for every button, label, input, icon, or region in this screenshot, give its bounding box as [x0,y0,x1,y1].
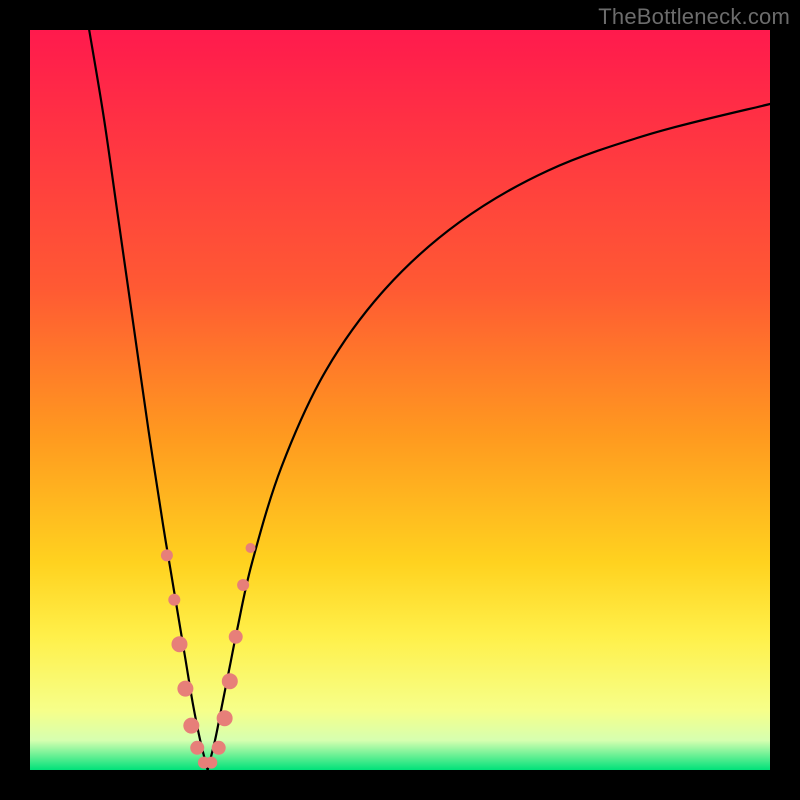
outer-frame: TheBottleneck.com [0,0,800,800]
marker-point [237,579,249,591]
marker-point [161,549,173,561]
marker-point [168,594,180,606]
marker-point [177,681,193,697]
marker-point [217,710,233,726]
marker-point [183,718,199,734]
watermark-text: TheBottleneck.com [598,4,790,30]
marker-point [205,757,217,769]
marker-point [171,636,187,652]
curve-left-branch [89,30,207,770]
marker-point [246,543,256,553]
marker-point [212,741,226,755]
marker-point [229,630,243,644]
curve-layer [30,30,770,770]
gradient-plot-area [30,30,770,770]
marker-point [222,673,238,689]
marker-point [190,741,204,755]
curve-right-branch [208,104,770,770]
